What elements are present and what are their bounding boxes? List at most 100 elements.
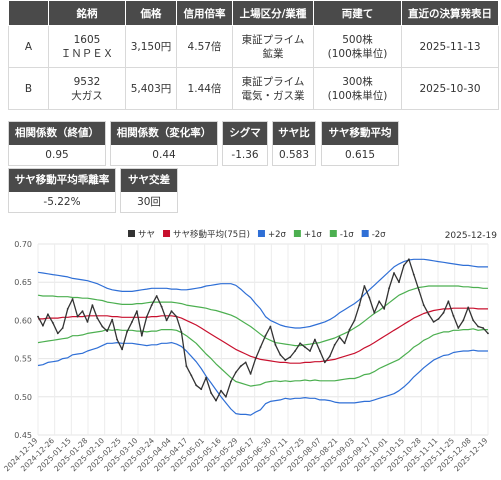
spread-point — [304, 346, 306, 348]
spread-point — [254, 357, 257, 360]
spread-point — [269, 325, 272, 328]
spread-point — [126, 331, 128, 333]
table-header-price: 価格 — [125, 0, 177, 26]
table-row: B 9532 大ガス 5,403円 1.44倍 東証プライム 電気・ガス業 30… — [8, 67, 499, 110]
spread-point — [378, 300, 381, 303]
spread-point — [56, 332, 59, 335]
series-line-5 — [37, 341, 488, 416]
metric-spread-ma: サヤ移動平均 0.615 — [321, 121, 399, 166]
spread-point — [408, 258, 410, 261]
spread-point — [249, 373, 252, 375]
metric-value: 0.95 — [45, 149, 69, 161]
spread-point — [150, 304, 153, 306]
metric-value: 30回 — [137, 196, 161, 208]
market-segment: 東証プライム — [241, 75, 305, 88]
spread-point — [432, 321, 435, 323]
spread-point — [442, 311, 445, 314]
earnings-date-cell: 2025-11-13 — [401, 25, 499, 68]
spread-point — [447, 300, 450, 303]
spread-point — [96, 317, 99, 319]
spread-point — [160, 305, 163, 308]
spread-point — [388, 287, 390, 290]
spread-point — [363, 285, 366, 287]
legend-label-0: サヤ — [138, 230, 155, 240]
legend-swatch-0 — [128, 230, 135, 237]
spread-point — [42, 324, 44, 327]
spread-point — [289, 356, 292, 358]
stock-cell[interactable]: 9532 大ガス — [48, 67, 126, 110]
metric-label: 相関係数（終値） — [9, 122, 105, 145]
spread-point — [210, 392, 213, 394]
spread-point — [309, 350, 311, 352]
spread-point — [284, 359, 287, 361]
table-header-row: 銘柄 価格 信用倍率 上場区分/業種 両建て 直近の決算発表日 — [8, 0, 499, 26]
spread-point — [116, 338, 118, 341]
spread-point — [66, 308, 69, 310]
metric-value: 0.44 — [152, 149, 176, 161]
spread-point — [398, 281, 400, 284]
spread-point — [76, 315, 79, 318]
legend-swatch-3 — [293, 230, 301, 237]
spread-point — [319, 350, 321, 352]
hedge-unit: (100株単位) — [327, 89, 388, 102]
stock-code: 9532 — [73, 75, 101, 88]
hedge-shares: 500株 — [342, 33, 373, 46]
legend-label-4: -1σ — [340, 230, 354, 240]
table-header-hedge: 両建て — [313, 0, 402, 26]
metric-spread-cross: サヤ交差 30回 — [120, 168, 178, 213]
spread-point — [427, 313, 430, 316]
spread-point — [482, 327, 484, 329]
pair-table: 銘柄 価格 信用倍率 上場区分/業種 両建て 直近の決算発表日 A 1605 Ｉ… — [8, 0, 499, 110]
spread-point — [215, 399, 217, 402]
metric-label: 相関係数（変化率） — [111, 122, 217, 145]
table-row: A 1605 ＩＮＰＥＸ 3,150円 4.57倍 東証プライム 鉱業 500株… — [8, 25, 499, 68]
metric-label: シグマ — [223, 122, 267, 145]
stock-name[interactable]: 大ガス — [51, 89, 123, 103]
industry: 電気・ガス業 — [241, 89, 305, 102]
spread-point — [462, 319, 465, 322]
legend-label-2: +2σ — [268, 230, 287, 240]
hedge-shares: 300株 — [342, 75, 373, 88]
spread-point — [338, 336, 341, 339]
market-industry-cell: 東証プライム 電気・ガス業 — [232, 67, 314, 110]
metric-value: 0.615 — [344, 149, 376, 161]
stock-cell[interactable]: 1605 ＩＮＰＥＸ — [48, 25, 126, 68]
metric-corr-change: 相関係数（変化率） 0.44 — [110, 121, 218, 166]
metric-sigma: シグマ -1.36 — [222, 121, 268, 166]
spread-point — [155, 295, 158, 297]
spread-point — [185, 365, 188, 368]
price-cell: 5,403円 — [125, 67, 177, 110]
metric-spread-ma-deviation: サヤ移動平均乖離率 -5.22% — [8, 168, 116, 213]
legend-label-5: -2σ — [372, 230, 386, 240]
spread-point — [140, 334, 143, 337]
spread-chart[interactable]: サヤ サヤ移動平均(75日) +2σ +1σ -1σ -2σ 2025-12-190.450… — [0, 225, 501, 480]
spread-point — [51, 321, 54, 324]
metric-label: サヤ交差 — [121, 169, 177, 192]
y-tick-label: 0.50 — [14, 393, 32, 402]
spread-point — [467, 306, 470, 309]
metric-label: サヤ移動平均乖離率 — [9, 169, 115, 192]
spread-point — [175, 315, 178, 318]
legend-swatch-4 — [329, 230, 337, 237]
spread-point — [244, 361, 247, 364]
spread-point — [81, 310, 84, 313]
industry: 鉱業 — [262, 47, 284, 60]
spread-point — [457, 327, 460, 329]
table-header-market-industry: 上場区分/業種 — [232, 0, 314, 26]
spread-point — [195, 384, 198, 387]
spread-point — [323, 361, 326, 364]
spread-point — [86, 321, 89, 323]
spread-point — [190, 374, 193, 377]
spread-point — [220, 389, 222, 392]
stock-name[interactable]: ＩＮＰＥＸ — [51, 47, 123, 61]
hedge-cell: 300株 (100株単位) — [313, 67, 402, 110]
spread-point — [101, 325, 104, 328]
spread-point — [412, 273, 415, 276]
spread-point — [274, 343, 277, 346]
y-tick-label: 0.65 — [14, 278, 32, 287]
spread-point — [353, 319, 356, 322]
margin-ratio-cell: 4.57倍 — [176, 25, 233, 68]
hedge-unit: (100株単位) — [327, 47, 388, 60]
spread-point — [234, 371, 237, 374]
spread-point — [205, 376, 208, 379]
